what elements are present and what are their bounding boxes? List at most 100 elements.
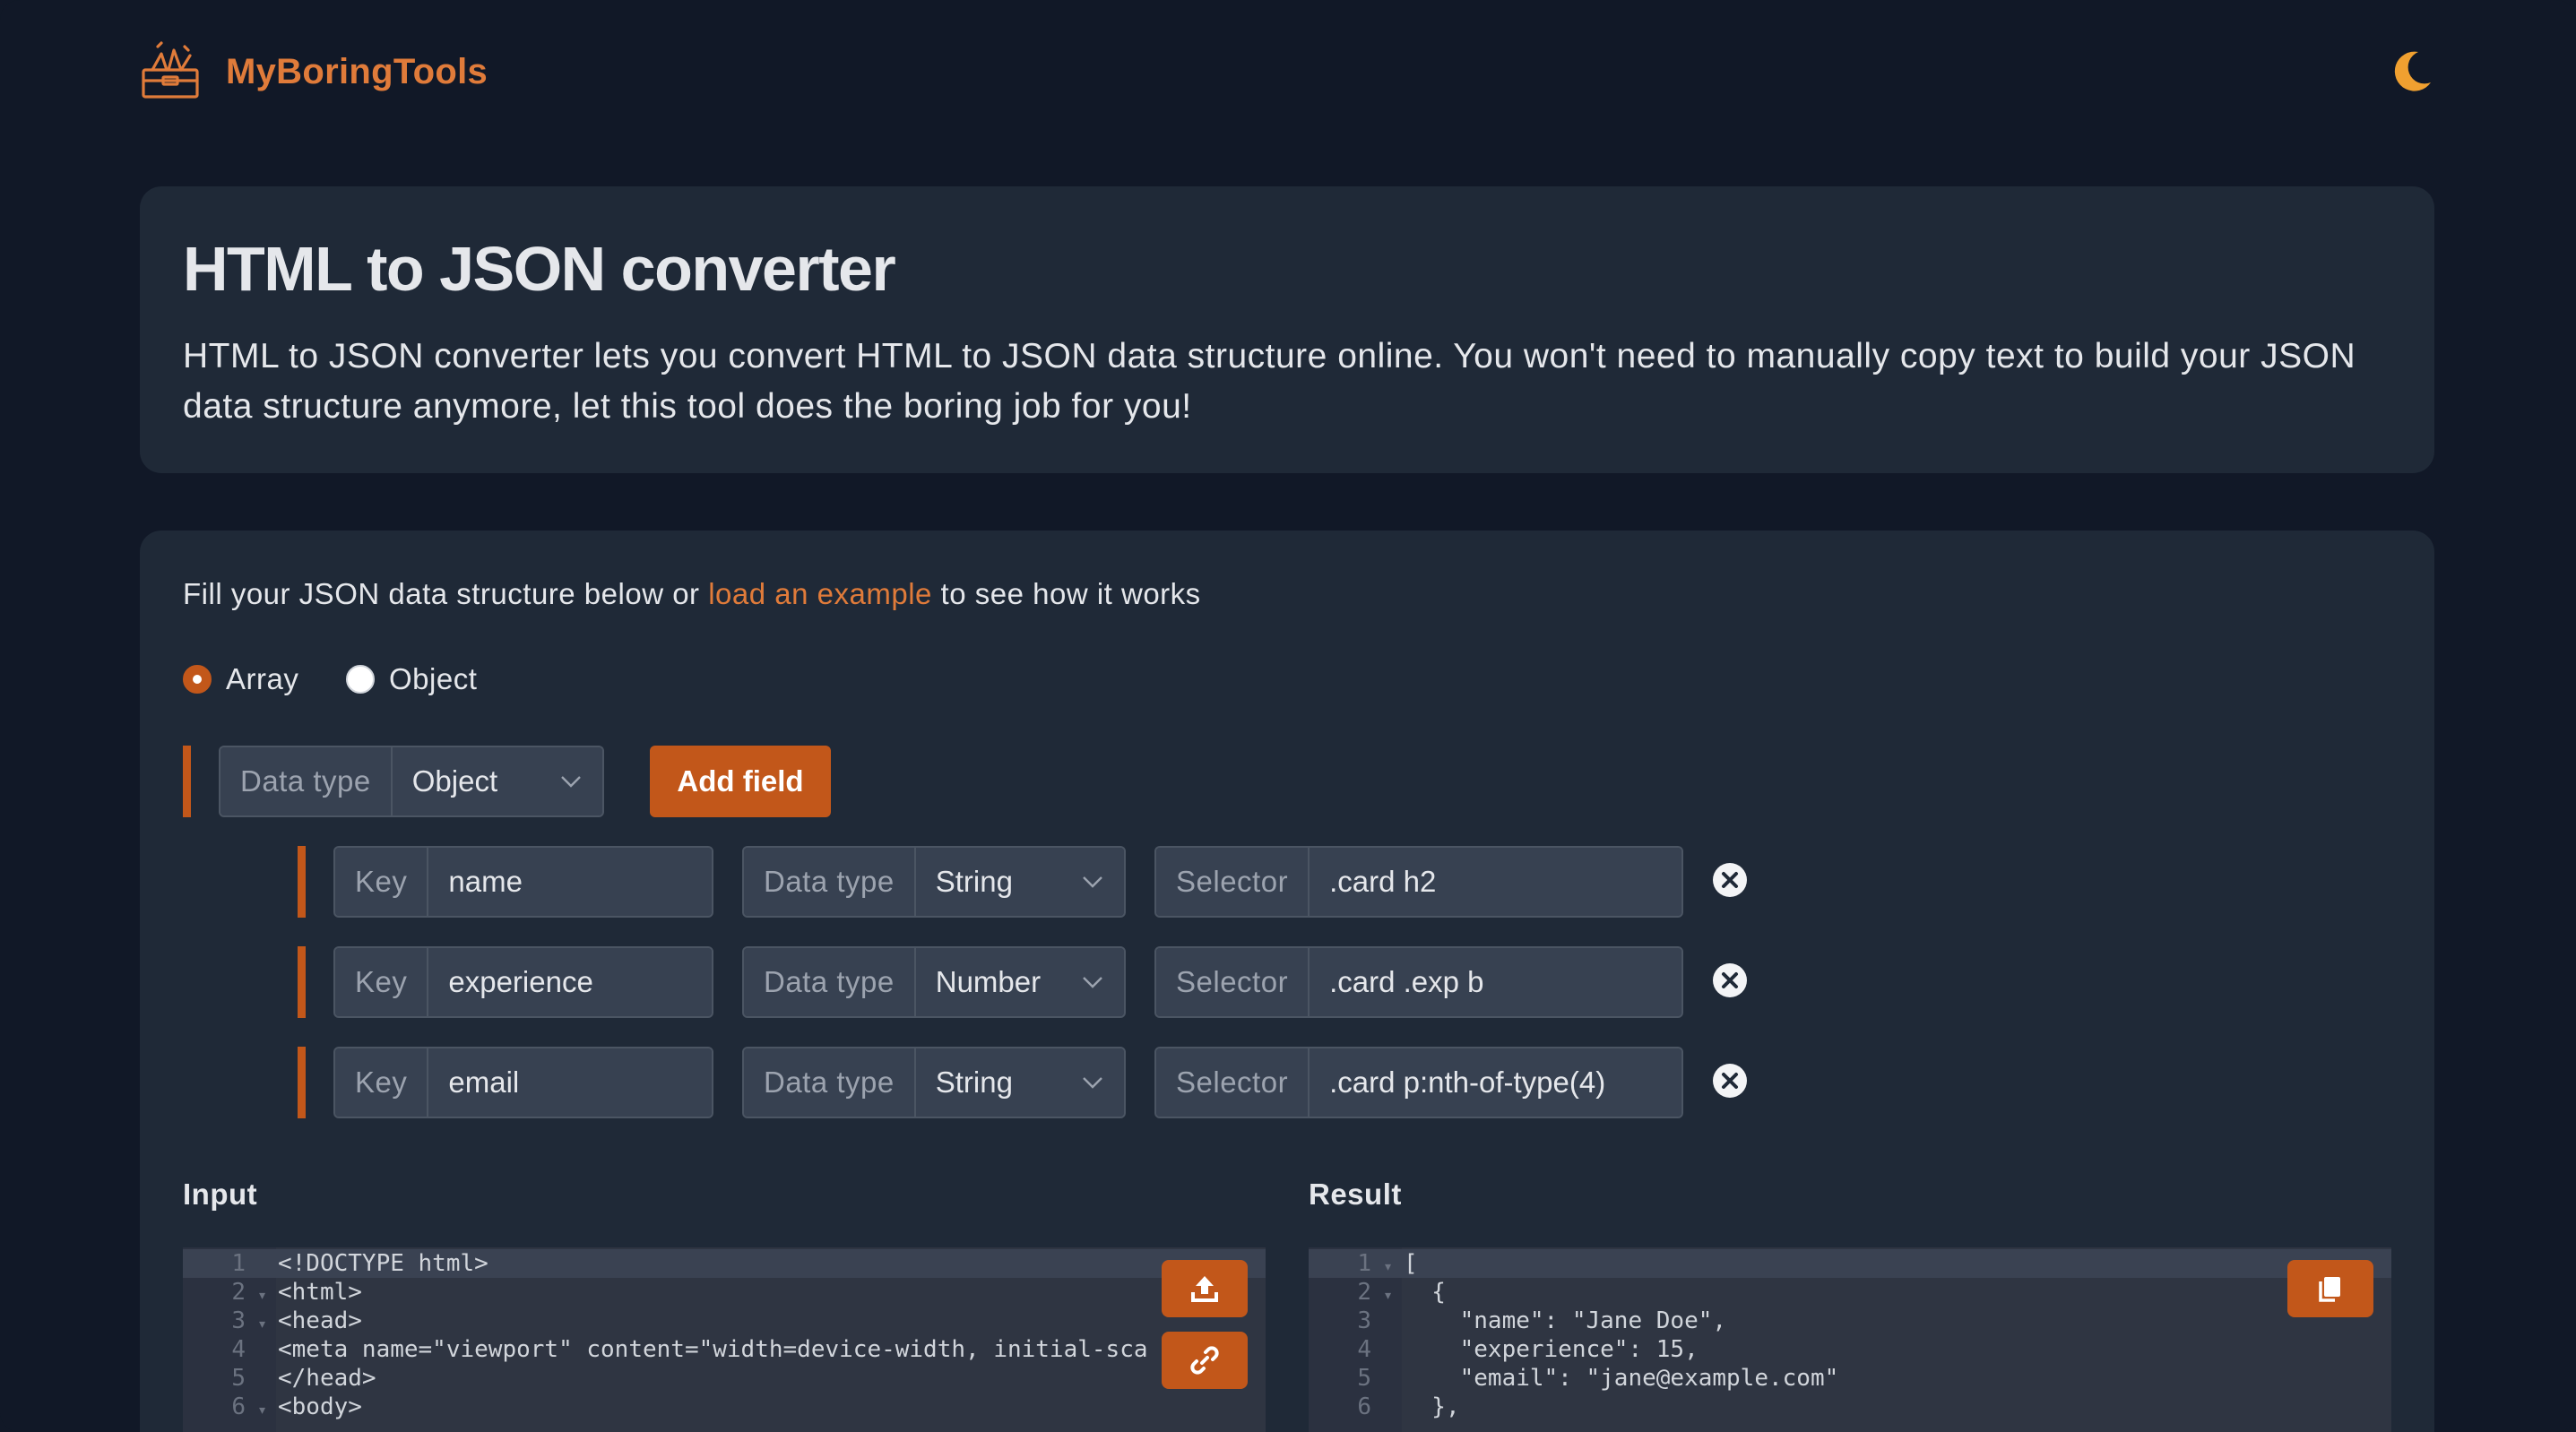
code-line: "experience": 15, [1404, 1336, 1699, 1363]
builder-hint: Fill your JSON data structure below or l… [183, 577, 1201, 611]
key-input[interactable]: experience [428, 948, 712, 1016]
key-input[interactable]: name [428, 848, 712, 916]
gutter-line: 5 [183, 1364, 276, 1393]
selector-addon: Selector [1156, 1048, 1310, 1117]
radio-object[interactable]: Object [346, 661, 477, 697]
fold-arrow-icon[interactable]: ▾ [257, 1396, 267, 1425]
root-data-type-select[interactable]: Object [392, 747, 602, 815]
gutter-line: 4 [183, 1335, 276, 1364]
field-row: Key email Data type String Selector .car… [298, 1047, 1911, 1118]
copy-icon [2319, 1277, 2340, 1302]
field-row: Key experience Data type Number Selector… [298, 946, 1911, 1018]
remove-field-icon[interactable] [1712, 1063, 1748, 1099]
app-window: MyBoringTools HTML to JSON converter HTM… [0, 0, 2576, 1432]
radio-object-label: Object [389, 662, 478, 695]
toolbox-icon[interactable] [140, 41, 201, 102]
copy-result-button[interactable] [2287, 1260, 2373, 1317]
radio-array[interactable]: Array [183, 661, 298, 697]
code-line: }, [1404, 1393, 1460, 1420]
code-line: <!DOCTYPE html> [278, 1250, 488, 1277]
remove-field-icon[interactable] [1712, 862, 1748, 898]
nesting-bar [298, 1047, 306, 1118]
line-number: 4 [231, 1336, 246, 1363]
data-type-value: Number [935, 965, 1042, 998]
selector-input[interactable]: .card p:nth-of-type(4) [1310, 1048, 1681, 1117]
active-line-highlight [1309, 1249, 2391, 1278]
load-example-link[interactable]: load an example [708, 577, 932, 610]
brand-name[interactable]: MyBoringTools [226, 52, 488, 92]
selector-group: Selector .card p:nth-of-type(4) [1154, 1047, 1683, 1118]
radio-array-label: Array [226, 662, 299, 695]
line-number: 5 [231, 1365, 246, 1392]
upload-file-button[interactable] [1162, 1260, 1248, 1317]
data-type-select[interactable]: Number [915, 948, 1124, 1016]
moon-icon[interactable] [2386, 47, 2436, 97]
code-line: [ [1404, 1250, 1418, 1277]
root-field-row: Data type Object Add field [183, 746, 864, 817]
gutter-line: 1 [183, 1249, 276, 1278]
chevron-down-icon [561, 776, 581, 788]
hint-text-start: Fill your JSON data structure below or [183, 577, 709, 610]
gutter-line: 5 [1309, 1364, 1402, 1393]
radio-object-indicator[interactable] [346, 665, 375, 694]
load-url-button[interactable] [1162, 1332, 1248, 1389]
selector-addon: Selector [1156, 848, 1310, 916]
data-type-select[interactable]: String [915, 848, 1124, 916]
gutter-line: 6 [1309, 1393, 1402, 1421]
code-line: <head> [278, 1307, 362, 1334]
gutter-line: 1 ▾ [1309, 1249, 1402, 1278]
result-editor[interactable]: 1 ▾ 2 ▾ 3 4 5 6 [ { "name": "Jane Doe", "e… [1309, 1247, 2391, 1432]
code-line: <body> [278, 1393, 362, 1420]
code-line: "email": "jane@example.com" [1404, 1365, 1839, 1392]
root-data-type-value: Object [411, 764, 498, 798]
input-editor[interactable]: 1 2 ▾ 3 ▾ 4 5 6 ▾ <!DOCTYPE html> <html> <h… [183, 1247, 1266, 1432]
upload-icon [1191, 1276, 1218, 1302]
data-type-value: String [935, 1065, 1013, 1099]
chevron-down-icon [1083, 876, 1102, 888]
data-type-addon: Data type [744, 1048, 916, 1117]
chevron-down-icon [1083, 1077, 1102, 1089]
key-input[interactable]: email [428, 1048, 712, 1117]
page-description: HTML to JSON converter lets you convert … [183, 337, 2356, 426]
header: MyBoringTools [140, 39, 2436, 111]
nesting-bar [298, 846, 306, 918]
data-type-group: Data type String [742, 1047, 1126, 1118]
data-type-addon: Data type [744, 948, 916, 1016]
key-addon: Key [335, 848, 429, 916]
key-group: Key email [333, 1047, 713, 1118]
field-row: Key name Data type String Selector .card… [298, 846, 1911, 918]
code-line: "name": "Jane Doe", [1404, 1307, 1727, 1334]
line-number: 1 [231, 1250, 246, 1277]
line-number: 3 [1357, 1307, 1371, 1334]
selector-input[interactable]: .card .exp b [1310, 948, 1681, 1016]
gutter-line: 6 ▾ [183, 1393, 276, 1421]
root-data-type-group: Data type Object [219, 746, 604, 817]
selector-group: Selector .card .exp b [1154, 946, 1683, 1018]
code-line: <html> [278, 1279, 362, 1306]
add-field-button[interactable]: Add field [650, 746, 831, 817]
link-icon [1190, 1346, 1219, 1375]
data-type-select[interactable]: String [915, 1048, 1124, 1117]
code-line: { [1404, 1279, 1446, 1306]
key-addon: Key [335, 1048, 429, 1117]
line-number: 6 [231, 1393, 246, 1420]
radio-array-indicator[interactable] [183, 665, 212, 694]
gutter-line: 4 [1309, 1335, 1402, 1364]
line-number: 3 [231, 1307, 246, 1334]
data-type-group: Data type String [742, 846, 1126, 918]
key-group: Key experience [333, 946, 713, 1018]
page-title: HTML to JSON converter [183, 234, 896, 304]
input-label: Input [183, 1178, 258, 1211]
nesting-bar [298, 946, 306, 1018]
line-number: 2 [231, 1279, 246, 1306]
intro-card: HTML to JSON converter HTML to JSON conv… [140, 186, 2434, 473]
data-type-value: String [935, 865, 1013, 898]
line-number: 4 [1357, 1336, 1371, 1363]
remove-field-icon[interactable] [1712, 962, 1748, 998]
line-number: 2 [1357, 1279, 1371, 1306]
gutter-line: 2 ▾ [1309, 1278, 1402, 1307]
gutter-line: 3 [1309, 1307, 1402, 1335]
selector-input[interactable]: .card h2 [1310, 848, 1681, 916]
line-number: 6 [1357, 1393, 1371, 1420]
line-number: 5 [1357, 1365, 1371, 1392]
